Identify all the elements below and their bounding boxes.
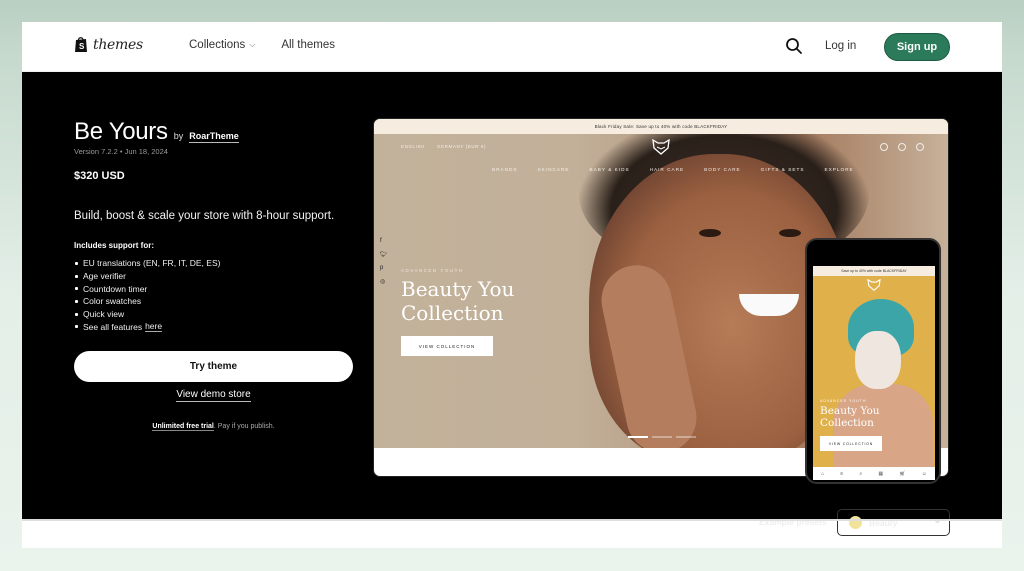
preview-nav-item: BRANDS [492,167,518,172]
preview-nav: BRANDS SKINCARE BABY & KIDS HAIR CARE BO… [492,167,854,172]
mobile-announcement-bar: Save up to 40% with code BLACKFRIDAY [813,266,935,276]
svg-text:S: S [79,42,85,51]
preview-announcement-bar: Black Friday Sale: Save up to 40% with c… [374,119,948,134]
preview-cart-icon [916,143,924,151]
preview-slide-indicators [628,436,696,438]
feature-list: EU translations (EN, FR, IT, DE, ES) Age… [74,257,220,333]
presets-dropdown[interactable]: Beauty ⌵ [837,509,950,536]
mobile-model-face [855,331,901,389]
mobile-header [813,276,935,296]
search-icon[interactable] [785,37,803,55]
twitter-icon: 🐦︎ [380,252,388,258]
try-theme-button[interactable]: Try theme [74,351,353,382]
store-fox-logo-icon [652,139,670,155]
facebook-icon: f [380,238,382,244]
login-link[interactable]: Log in [825,40,856,52]
preview-nav-item: HAIR CARE [649,167,685,172]
store-fox-logo-icon [867,279,881,291]
mobile-preview: Save up to 40% with code BLACKFRIDAY ADV… [805,238,941,484]
nav-collections[interactable]: Collections ⌵ [189,39,255,51]
shopify-bag-icon: S [75,37,87,52]
feature-item: Age verifier [74,270,220,283]
preview-header: ENGLISH GERMANY (EUR €) BRANDS SKINCARE … [374,134,948,189]
feature-text: EU translations (EN, FR, IT, DE, ES) [83,258,221,269]
by-label: by [173,131,184,141]
trial-note: Unlimited free trial. Pay if you publish… [74,423,353,431]
hero-model-eye [699,229,721,237]
preview-header-icons [880,143,924,151]
mobile-headline: Beauty You Collection [820,405,880,429]
feature-text: Countdown timer [83,283,148,294]
preview-nav-item: GIFTS & SETS [760,167,805,172]
demo-store-row: View demo store [74,389,353,402]
mobile-kicker: ADVANCED YOUTH [820,399,867,403]
site-header: S themes Collections ⌵ All themes Log in… [22,22,1002,72]
feature-item: Color swatches [74,295,220,308]
pinterest-icon: p [380,265,384,271]
section-divider [22,519,1002,521]
preview-nav-item: BABY & KIDS [589,167,630,172]
preview-nav-item: EXPLORE [824,167,854,172]
preview-kicker: ADVANCED YOUTH [401,268,464,273]
mobile-view-collection-button: VIEW COLLECTION [820,436,882,451]
trial-note-text: . Pay if you publish. [213,423,275,430]
feature-text: Age verifier [83,271,126,282]
theme-title: Be Yours [74,118,168,145]
slide-indicator [652,436,672,438]
support-heading: Includes support for: [74,241,154,250]
preview-nav-item: BODY CARE [704,167,741,172]
nav-collections-label: Collections [189,39,246,51]
see-all-text: See all features [83,321,143,332]
preset-color-swatch [849,516,862,529]
preview-nav-item: SKINCARE [537,167,570,172]
account-icon: ☺ [921,470,927,477]
preview-headline: Beauty You Collection [401,277,515,325]
feature-text: Color swatches [83,296,142,307]
view-demo-store-link[interactable]: View demo store [176,389,251,402]
version-meta: Version 7.2.2 • Jun 18, 2024 [74,147,168,156]
nav-all-themes[interactable]: All themes [281,39,335,51]
menu-icon: ≡ [840,470,844,477]
instagram-icon: ◎ [380,279,386,285]
theme-title-row: Be Yours by RoarTheme [74,118,239,146]
preview-social-links: f 🐦︎ p ◎ [380,238,388,285]
feature-item-see-all: See all features here [74,320,220,333]
feature-item: EU translations (EN, FR, IT, DE, ES) [74,257,220,270]
theme-price: $320 USD [74,170,125,182]
preview-account-icon [898,143,906,151]
see-all-features-link[interactable]: here [145,321,163,333]
slide-indicator [676,436,696,438]
slide-indicator-active [628,436,648,438]
author-link[interactable]: RoarTheme [189,131,239,143]
hero-model-eye [779,229,801,237]
preview-language: ENGLISH [401,144,425,149]
main-nav: Collections ⌵ All themes [189,39,335,51]
preview-locale-selectors: ENGLISH GERMANY (EUR €) [401,144,486,149]
preview-view-collection-button: VIEW COLLECTION [401,336,493,356]
feature-item: Quick view [74,308,220,321]
preview-search-icon [880,143,888,151]
feature-text: Quick view [83,309,125,320]
signup-button[interactable]: Sign up [884,33,950,61]
theme-hero: Be Yours by RoarTheme Version 7.2.2 • Ju… [22,72,1002,536]
page-frame: S themes Collections ⌵ All themes Log in… [22,22,1002,548]
mobile-tab-bar: ⌂ ≡ ⌕ ▦ 🛒︎ ☺ [813,467,935,480]
mobile-screen: Save up to 40% with code BLACKFRIDAY ADV… [813,266,935,480]
theme-tagline: Build, boost & scale your store with 8-h… [74,210,335,222]
chevron-down-icon: ⌵ [249,40,256,49]
shopify-themes-logo[interactable]: S themes [74,36,143,53]
search-icon: ⌕ [859,470,863,477]
logo-text: themes [93,36,143,53]
preview-currency: GERMANY (EUR €) [436,144,487,149]
free-trial-link[interactable]: Unlimited free trial [152,423,214,431]
nav-all-themes-label: All themes [281,39,336,51]
cart-icon: 🛒︎ [899,470,906,477]
feature-item: Countdown timer [74,282,220,295]
grid-icon: ▦ [878,470,884,477]
home-icon: ⌂ [821,470,825,477]
